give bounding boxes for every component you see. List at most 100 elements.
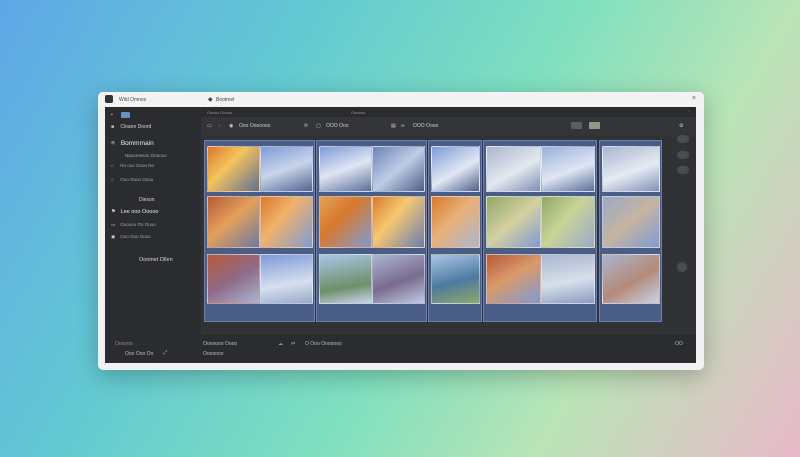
sidebar-item[interactable]: ▣ Ooo Ooo Oooo [111, 234, 151, 240]
photo-thumbnail[interactable] [541, 146, 595, 192]
sidebar-item[interactable]: Naooreeson Oooooo [125, 153, 167, 158]
sidebar-item[interactable]: ▭ Oooooo Oo Oooo [111, 222, 156, 228]
sidebar-footer[interactable]: Ooninet Ollen [139, 257, 173, 263]
section-heading-text: Dieson [139, 197, 155, 203]
toolbar-top: Ooooo Ooooo Oooooo ⋮ [201, 107, 696, 117]
bottom-left-bottom[interactable]: Ooo Ooo Oo [125, 351, 153, 357]
photo-thumbnail[interactable] [486, 196, 541, 248]
app-logo-icon [105, 95, 113, 103]
sidebar-item-label: Lee ooo Ooooo [120, 209, 159, 215]
photo-group-panel[interactable] [204, 140, 315, 322]
photo-thumbnail[interactable] [319, 146, 372, 192]
bottom-right[interactable]: OO [675, 341, 683, 347]
select-icon[interactable]: ▢ [316, 123, 321, 129]
photo-thumbnail[interactable] [431, 254, 480, 304]
circle-icon: ○ [111, 177, 114, 182]
photo-thumbnail[interactable] [260, 196, 313, 248]
rail-button[interactable] [677, 166, 689, 174]
cloud-icon[interactable]: ☁ [278, 341, 283, 347]
photo-group-panel[interactable] [316, 140, 427, 322]
photo-thumbnail[interactable] [207, 146, 260, 192]
tab-title[interactable]: Bootmel [216, 97, 234, 103]
view-toggle-button[interactable] [571, 122, 582, 129]
rail-button[interactable] [677, 151, 689, 159]
toolbar-group-1[interactable]: Ooo Ooooooo [239, 123, 270, 129]
photo-thumbnail[interactable] [207, 196, 260, 248]
sidebar: ▪ ■ Cloane Doord ≡ Bommmain Naooreeson O… [105, 107, 200, 335]
bottom-left-top: Oooooo [115, 341, 133, 347]
section-heading-text: Bommmain [120, 140, 154, 147]
rotate-icon[interactable]: ⟳ [304, 123, 308, 129]
settings-icon[interactable]: ⚙ [679, 123, 683, 129]
sync-icon[interactable]: ⇄ [291, 341, 295, 347]
flag-icon: ⚑ [111, 209, 116, 215]
sidebar-section-heading[interactable]: ≡ Bommmain [111, 140, 154, 147]
folder-icon [121, 112, 130, 118]
window-title: Wild Omnex [119, 97, 147, 103]
sidebar-top-label: Cloane Doord [120, 124, 152, 130]
photo-thumbnail[interactable] [486, 146, 541, 192]
sidebar-item-label: Oooooo Oo Oooo [120, 222, 156, 227]
rail-button[interactable] [677, 135, 689, 143]
sidebar-item-label: Naooreeson Oooooo [125, 153, 167, 158]
sidebar-section-heading[interactable]: Dieson [139, 197, 155, 203]
sidebar-item-label: Ooo Ooo Oooo [120, 234, 151, 239]
scroll-handle[interactable] [677, 262, 687, 272]
square-icon: ■ [111, 124, 115, 130]
photo-thumbnail[interactable] [431, 196, 480, 248]
sidebar-item-label: Ooo Oooo Oooo [120, 177, 154, 182]
bottom-mid-bottom[interactable]: Ooooooo [203, 351, 224, 357]
right-rail [671, 132, 696, 332]
toolbar-top-center: Oooooo [351, 110, 366, 115]
title-bar: Wild Omnex ◆ Bootmel × [98, 92, 704, 107]
photo-thumbnail[interactable] [372, 196, 425, 248]
photo-thumbnail[interactable] [486, 254, 541, 304]
photo-thumbnail[interactable] [602, 196, 660, 248]
sidebar-item[interactable]: ⚑ Lee ooo Ooooo [111, 209, 158, 215]
toolbar: ▭ ◌ ◉ Ooo Ooooooo ⟳ ▢ OOO Ooo ▤ ∞ OOO Oo… [201, 117, 696, 135]
photo-thumbnail[interactable] [541, 254, 595, 304]
photo-group-panel[interactable] [483, 140, 597, 322]
eye-icon[interactable]: ◉ [229, 123, 233, 129]
back-icon[interactable]: ▭ [207, 123, 212, 129]
photo-thumbnail[interactable] [372, 146, 425, 192]
photo-thumbnail[interactable] [372, 254, 425, 304]
app-window: Wild Omnex ◆ Bootmel × ▪ ■ Cloane Doord … [98, 92, 704, 370]
sidebar-item[interactable]: ⌂ No ooo Oooo No [111, 163, 154, 168]
sidebar-top-badge [121, 112, 130, 120]
image-icon: ▣ [111, 234, 116, 239]
grid-icon: ▪ [111, 112, 113, 118]
photo-thumbnail[interactable] [260, 254, 313, 304]
refresh-icon[interactable]: ◌ [218, 123, 221, 129]
expand-icon[interactable]: ⤢ [163, 350, 167, 356]
app-body: ▪ ■ Cloane Doord ≡ Bommmain Naooreeson O… [105, 107, 696, 363]
photo-thumbnail[interactable] [319, 196, 372, 248]
toolbar-group-3[interactable]: OOO Oooo [413, 123, 438, 129]
bottom-mid-top[interactable]: Ooooooo Oooo [203, 341, 237, 347]
photo-thumbnail[interactable] [207, 254, 260, 304]
sidebar-item-label: No ooo Oooo No [120, 163, 155, 168]
list-icon: ≡ [111, 140, 115, 147]
sidebar-footer-label: Ooninet Ollen [139, 257, 173, 263]
photo-group-panel[interactable] [599, 140, 662, 322]
view-toggle-button-active[interactable] [589, 122, 600, 129]
photo-thumbnail[interactable] [260, 146, 313, 192]
menu-icon[interactable]: ⋮ [687, 109, 691, 114]
photo-thumbnail[interactable] [319, 254, 372, 304]
close-icon[interactable]: × [692, 95, 696, 102]
lock-icon[interactable]: ▤ [391, 123, 396, 129]
photo-group-panel[interactable] [428, 140, 482, 322]
sidebar-menu-item[interactable]: ▪ [111, 112, 119, 118]
toolbar-group-2[interactable]: OOO Ooo [326, 123, 349, 129]
bottom-center[interactable]: O Ooo Ooooooo [305, 341, 342, 347]
sidebar-top-row[interactable]: ■ Cloane Doord [111, 124, 151, 130]
photo-thumbnail[interactable] [602, 254, 660, 304]
photo-thumbnail[interactable] [541, 196, 595, 248]
photo-thumbnail[interactable] [431, 146, 480, 192]
bottom-bar: Oooooo Ooo Ooo Oo ⤢ Ooooooo Oooo Ooooooo… [105, 335, 696, 363]
sidebar-item[interactable]: ○ Ooo Oooo Oooo [111, 177, 153, 182]
tab-icon: ◆ [208, 97, 213, 103]
link-icon[interactable]: ∞ [401, 123, 405, 129]
photo-thumbnail[interactable] [602, 146, 660, 192]
breadcrumb[interactable]: Ooooo Ooooo [207, 110, 232, 115]
